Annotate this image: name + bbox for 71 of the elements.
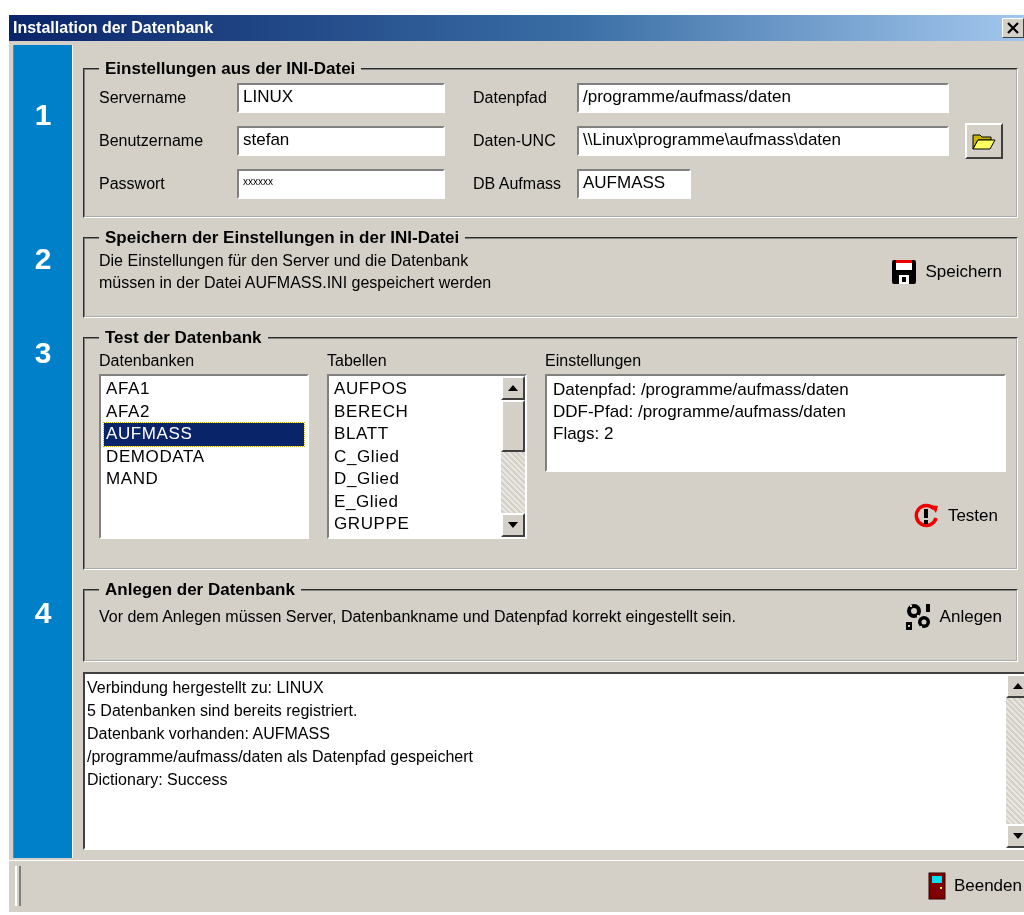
list-item[interactable]: MAND xyxy=(104,468,304,491)
info-line: DDF-Pfad: /programme/aufmass/daten xyxy=(553,401,847,423)
text-field[interactable]: /programme/aufmass/daten xyxy=(577,83,949,113)
list-item[interactable]: AFA1 xyxy=(104,378,304,401)
up-arrow-icon xyxy=(508,385,518,391)
up-arrow-icon xyxy=(1013,683,1023,689)
scroll-up-button[interactable] xyxy=(1006,674,1024,698)
exit-button[interactable]: Beenden xyxy=(923,870,1022,902)
field-label: Servername xyxy=(99,89,188,107)
log-line: Verbindung hergestellt zu: LINUX xyxy=(87,678,325,698)
down-arrow-icon xyxy=(1013,833,1023,839)
list-item[interactable]: DEMODATA xyxy=(104,445,304,468)
down-arrow-icon xyxy=(508,522,518,528)
gears-icon xyxy=(903,602,932,632)
browse-button[interactable] xyxy=(965,123,1003,159)
table-list[interactable]: AUFPOS BERECH BLATT C_Glied D_Glied E_Glied GRUPPE xyxy=(327,374,527,539)
description-text: Die Einstellungen für den Server und die Datenbank xyxy=(99,251,470,271)
window-title: Installation der Datenbank xyxy=(13,19,214,37)
database-list[interactable]: AFA1 AFA2 AUFMASS DEMODATA MAND xyxy=(99,374,309,539)
scroll-down-button[interactable] xyxy=(1006,824,1024,848)
group-title: Einstellungen aus der INI-Datei xyxy=(104,59,357,79)
list-item[interactable]: E_Glied xyxy=(332,490,501,513)
list-item[interactable]: C_Glied xyxy=(332,445,501,468)
list-item[interactable]: AFA2 xyxy=(104,400,304,423)
group-title: Speichern der Einstellungen in der INI-Datei xyxy=(104,228,461,248)
text-field[interactable]: LINUX xyxy=(237,83,445,113)
field-label: Daten-UNC xyxy=(473,132,557,150)
field-label: Passwort xyxy=(99,175,166,193)
info-line: Datenpfad: /programme/aufmass/daten xyxy=(553,379,850,401)
log-line: Dictionary: Success xyxy=(87,770,229,790)
log-line: /programme/aufmass/daten als Datenpfad gespeichert xyxy=(87,747,474,767)
description-text: müssen in der Datei AUFMASS.INI gespeichert werden xyxy=(99,273,492,293)
door-icon xyxy=(927,872,946,900)
step-number: 1 xyxy=(33,97,53,132)
field-label: Benutzername xyxy=(99,132,205,150)
scrollbar[interactable] xyxy=(1006,674,1024,848)
list-item[interactable]: AUFMASS xyxy=(104,423,304,446)
list-label: Einstellungen xyxy=(545,351,643,371)
close-button[interactable] xyxy=(1002,18,1024,38)
create-button[interactable]: Anlegen xyxy=(899,600,1006,634)
log-line: 5 Datenbanken sind bereits registriert. xyxy=(87,701,359,721)
step-number: 4 xyxy=(33,595,53,630)
group-title: Anlegen der Datenbank xyxy=(104,580,296,600)
save-button[interactable]: Speichern xyxy=(887,257,1006,287)
scrollbar[interactable] xyxy=(501,376,525,537)
text-field[interactable]: \\Linux\programme\aufmass\daten xyxy=(577,126,949,156)
close-icon xyxy=(1007,22,1019,34)
step-number: 2 xyxy=(33,241,53,276)
text-field[interactable]: xxxxxx xyxy=(237,169,445,199)
text-field[interactable]: AUFMASS xyxy=(577,169,691,199)
field-label: DB Aufmass xyxy=(473,175,563,193)
list-item[interactable]: AUFPOS xyxy=(332,378,501,401)
list-label: Datenbanken xyxy=(99,351,196,371)
test-button[interactable]: Testen xyxy=(907,500,1002,532)
group-title: Test der Datenbank xyxy=(104,328,263,348)
scroll-up-button[interactable] xyxy=(501,376,525,400)
field-label: Datenpfad xyxy=(473,89,548,107)
step-number: 3 xyxy=(33,335,53,370)
toolbar-grip xyxy=(15,866,21,906)
scroll-thumb[interactable] xyxy=(501,400,525,452)
log-line: Datenbank vorhanden: AUFMASS xyxy=(87,724,331,744)
list-item[interactable]: BLATT xyxy=(332,423,501,446)
list-item[interactable]: D_Glied xyxy=(332,468,501,491)
list-item[interactable]: GRUPPE xyxy=(332,513,501,536)
scroll-down-button[interactable] xyxy=(501,513,525,537)
text-field[interactable]: stefan xyxy=(237,126,445,156)
description-text: Vor dem Anlegen müssen Server, Datenbankname und Datenpfad korrekt eingestellt sein. xyxy=(99,607,736,627)
folder-icon xyxy=(972,132,996,150)
info-line: Flags: 2 xyxy=(553,423,615,445)
list-item[interactable]: BERECH xyxy=(332,400,501,423)
list-label: Tabellen xyxy=(327,351,388,371)
